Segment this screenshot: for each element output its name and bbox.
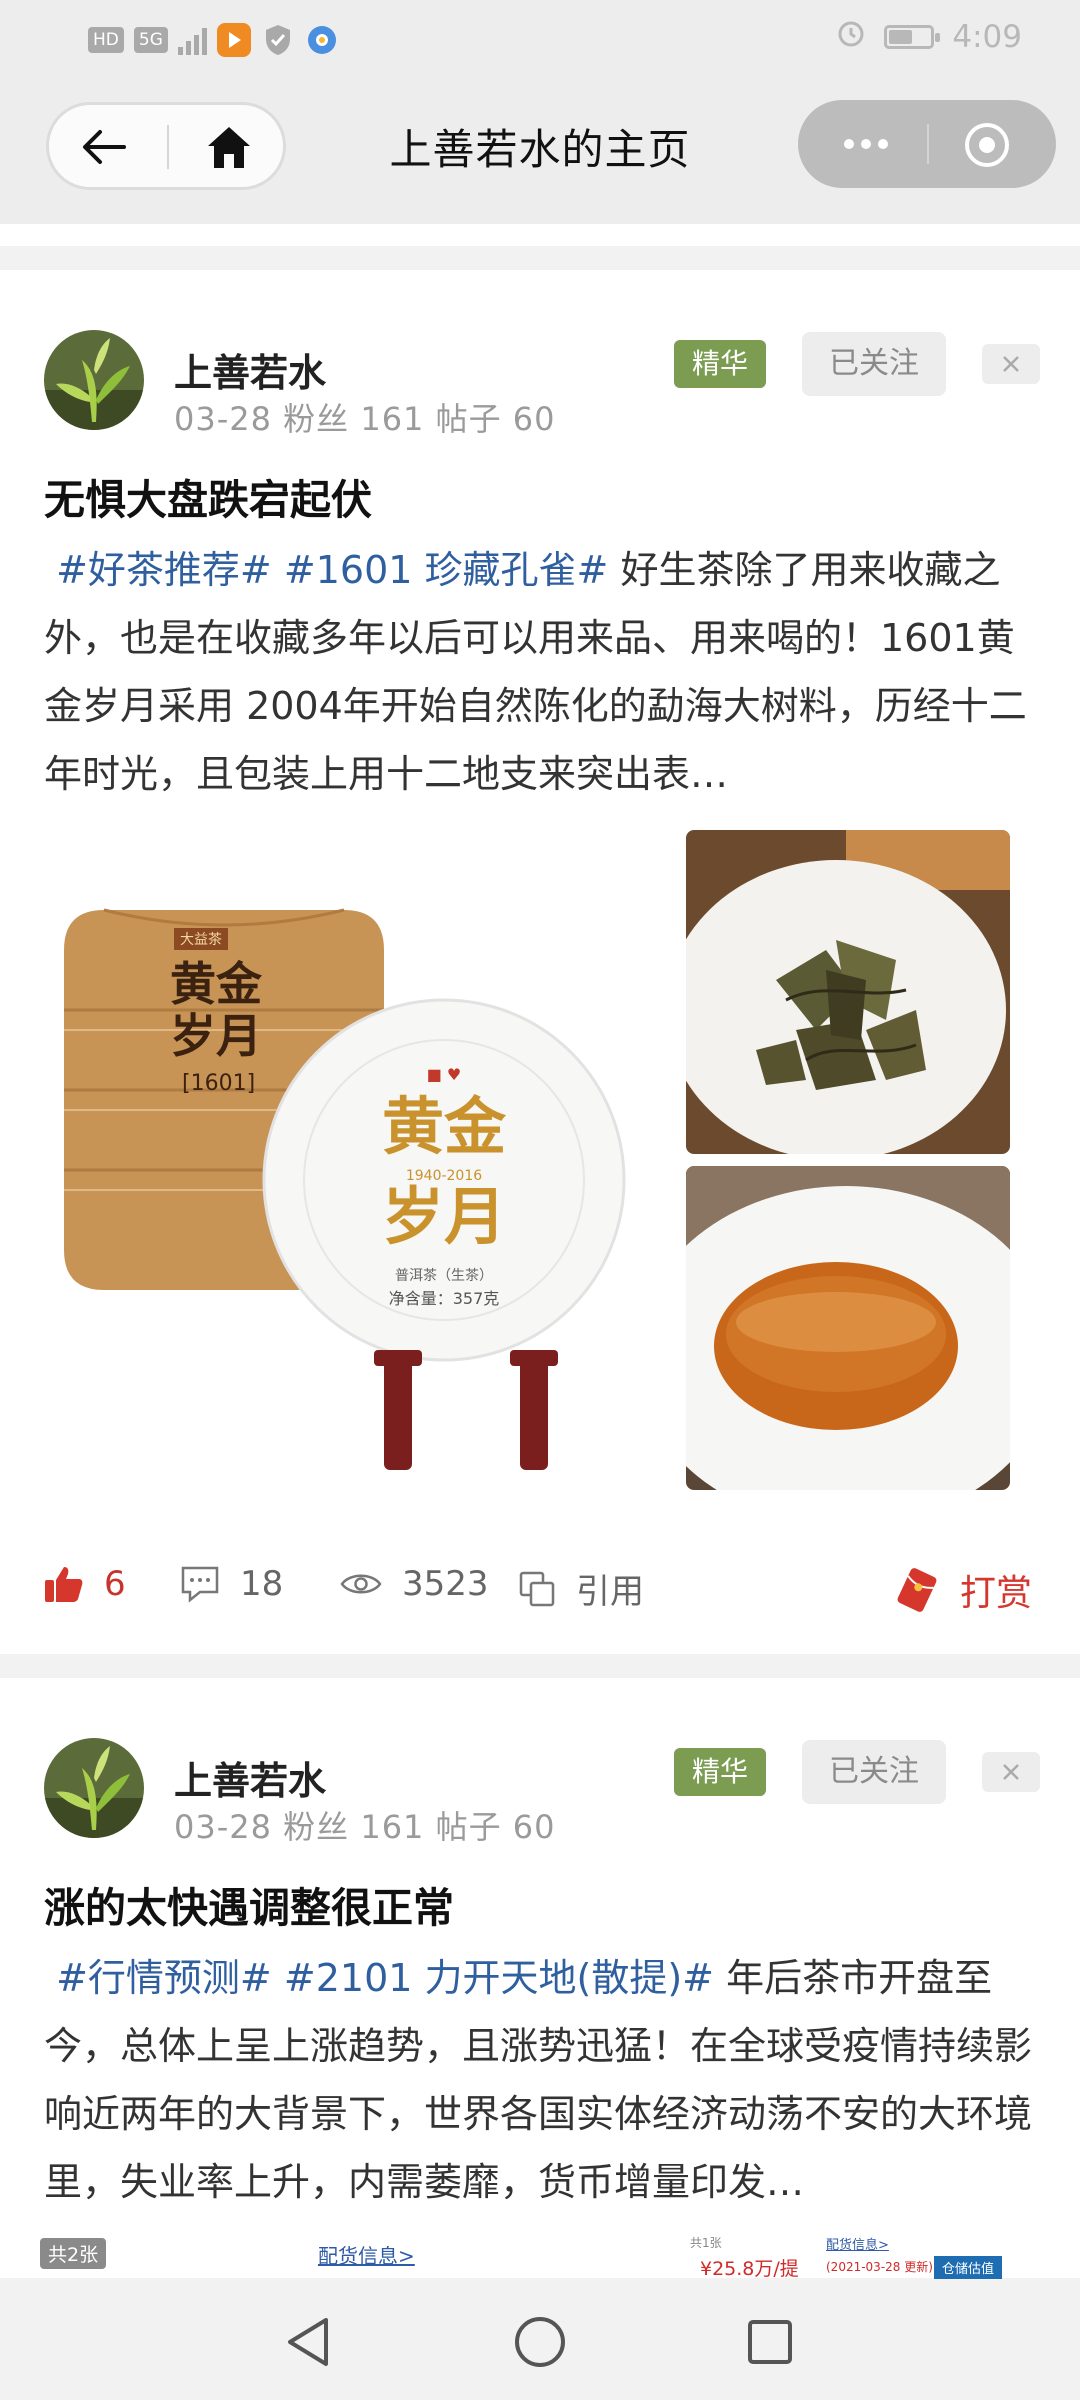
brand-text: 大益茶 bbox=[180, 932, 222, 948]
views-stat: 3523 bbox=[340, 1564, 489, 1604]
battery-icon bbox=[884, 25, 941, 49]
target-close-icon bbox=[965, 123, 1009, 167]
post-meta: 03-28 粉丝 161 帖子 60 bbox=[174, 1808, 556, 1846]
tip-label: 打赏 bbox=[960, 1573, 1033, 1614]
post-image-tea-liquor[interactable] bbox=[686, 1166, 1010, 1490]
app-notification-icon bbox=[216, 23, 251, 57]
alarm-icon bbox=[836, 18, 866, 56]
signal-icon bbox=[177, 25, 207, 55]
shield-icon bbox=[261, 23, 295, 57]
following-button[interactable]: 已关注 bbox=[802, 1740, 946, 1804]
triangle-back-icon bbox=[288, 2318, 328, 2366]
close-icon bbox=[1003, 1764, 1019, 1780]
post-title[interactable]: 涨的太快遇调整很正常 bbox=[44, 1874, 454, 1934]
post-card[interactable]: 上善若水 03-28 粉丝 161 帖子 60 精华 已关注 无惧大盘跌宕起伏 … bbox=[0, 270, 1080, 1654]
image-count-chip: 共2张 bbox=[40, 2238, 107, 2269]
valuation-badge: 仓储估值 bbox=[934, 2256, 1003, 2279]
tip-button[interactable]: 打赏 bbox=[894, 1564, 1032, 1616]
more-dots-icon bbox=[844, 139, 854, 149]
tea-liquor-photo bbox=[686, 1166, 1010, 1490]
status-right: 4:09 bbox=[836, 18, 1022, 56]
capsule-divider bbox=[927, 124, 929, 164]
stack-code-text: [1601] bbox=[182, 1071, 255, 1096]
cake-weight-text: 净含量：357克 bbox=[389, 1289, 500, 1308]
nav-home-button[interactable] bbox=[510, 2312, 570, 2372]
topic-tag[interactable]: #好茶推荐# bbox=[56, 548, 272, 592]
title-bar: 上善若水的主页 bbox=[0, 78, 1080, 224]
svg-text:岁月: 岁月 bbox=[170, 1009, 262, 1063]
tea-cake-product-image: 大益茶 黄金 岁月 [1601] ■ ♥ 黄金 1940-2016 岁月 普洱茶… bbox=[64, 908, 626, 1470]
post-body[interactable]: #行情预测# #2101 力开天地(散提)# 年后茶市开盘至今，总体上呈上涨趋势… bbox=[44, 1944, 1049, 2216]
post-image-main[interactable]: 大益茶 黄金 岁月 [1601] ■ ♥ 黄金 1940-2016 岁月 普洱茶… bbox=[44, 830, 684, 1510]
username[interactable]: 上善若水 bbox=[174, 342, 326, 397]
like-count: 6 bbox=[104, 1564, 126, 1604]
post-meta: 03-28 粉丝 161 帖子 60 bbox=[174, 400, 556, 438]
featured-badge: 精华 bbox=[674, 1748, 766, 1796]
status-bar: HD 5G 4:09 bbox=[0, 0, 1080, 78]
svg-text:岁月: 岁月 bbox=[382, 1180, 506, 1253]
quote-icon bbox=[519, 1571, 555, 1606]
comment-icon bbox=[181, 1566, 219, 1603]
avatar[interactable] bbox=[44, 330, 144, 430]
post-card[interactable]: 上善若水 03-28 粉丝 161 帖子 60 精华 已关注 涨的太快遇调整很正… bbox=[0, 1678, 1080, 2278]
system-nav-bar bbox=[0, 2280, 1080, 2400]
topic-tag[interactable]: #行情预测# bbox=[56, 1956, 272, 2000]
comment-count: 18 bbox=[240, 1564, 284, 1604]
topic-tag[interactable]: #1601 珍藏孔雀# bbox=[284, 548, 608, 592]
post-actions: 6 18 3523 引用 打赏 bbox=[0, 1550, 1080, 1630]
svg-text:黄金: 黄金 bbox=[382, 1090, 507, 1163]
clock: 4:09 bbox=[952, 19, 1022, 55]
tea-leaves-photo bbox=[686, 830, 1010, 1154]
thumbs-up-icon bbox=[45, 1567, 83, 1602]
view-count: 3523 bbox=[402, 1564, 489, 1604]
quote-label: 引用 bbox=[576, 1572, 644, 1612]
nav-recents-button[interactable] bbox=[740, 2312, 800, 2372]
price-text: ¥25.8万/提 bbox=[700, 2258, 799, 2280]
circle-home-icon bbox=[515, 2317, 565, 2367]
post-body[interactable]: #好茶推荐# #1601 珍藏孔雀# 好生茶除了用来收藏之外，也是在收藏多年以后… bbox=[44, 536, 1049, 808]
browser-icon bbox=[305, 23, 339, 57]
allocation-info-link[interactable]: 配货信息> bbox=[826, 2234, 889, 2253]
avatar[interactable] bbox=[44, 1738, 144, 1838]
svg-text:黄金: 黄金 bbox=[170, 957, 263, 1011]
more-button[interactable] bbox=[828, 120, 904, 168]
like-button[interactable]: 6 bbox=[44, 1564, 126, 1604]
network-indicator: 5G bbox=[133, 27, 168, 53]
dismiss-button[interactable] bbox=[982, 344, 1040, 384]
post-image-leaves[interactable] bbox=[686, 830, 1010, 1154]
close-miniprogram-button[interactable] bbox=[960, 118, 1014, 172]
image-count-mini: 共1张 bbox=[690, 2236, 722, 2250]
topic-tag[interactable]: #2101 力开天地(散提)# bbox=[284, 1956, 714, 2000]
post-image-strip[interactable]: 共2张 配货信息> 共1张 配货信息> ¥25.8万/提 (2021-03-28… bbox=[0, 2226, 1080, 2280]
cake-type-text: 普洱茶（生茶） bbox=[395, 1268, 493, 1284]
following-button[interactable]: 已关注 bbox=[802, 332, 946, 396]
dismiss-button[interactable] bbox=[982, 1752, 1040, 1792]
svg-text:■ ♥: ■ ♥ bbox=[427, 1065, 462, 1084]
allocation-info-link[interactable]: 配货信息> bbox=[318, 2240, 415, 2269]
hd-indicator: HD bbox=[88, 27, 124, 53]
status-left: HD 5G bbox=[88, 20, 339, 60]
username[interactable]: 上善若水 bbox=[174, 1750, 326, 1805]
quote-button[interactable]: 引用 bbox=[518, 1564, 644, 1613]
square-recents-icon bbox=[748, 2320, 792, 2364]
eye-icon bbox=[340, 1574, 382, 1594]
comment-button[interactable]: 18 bbox=[180, 1564, 283, 1604]
miniprogram-capsule bbox=[798, 100, 1056, 188]
red-envelope-icon bbox=[897, 1568, 937, 1612]
close-icon bbox=[1003, 356, 1019, 372]
previous-post-edge bbox=[0, 224, 1080, 246]
update-date: (2021-03-28 更新) bbox=[826, 2260, 933, 2274]
featured-badge: 精华 bbox=[674, 340, 766, 388]
battery-level bbox=[889, 30, 912, 44]
nav-back-button[interactable] bbox=[278, 2312, 338, 2372]
post-title[interactable]: 无惧大盘跌宕起伏 bbox=[44, 466, 372, 526]
